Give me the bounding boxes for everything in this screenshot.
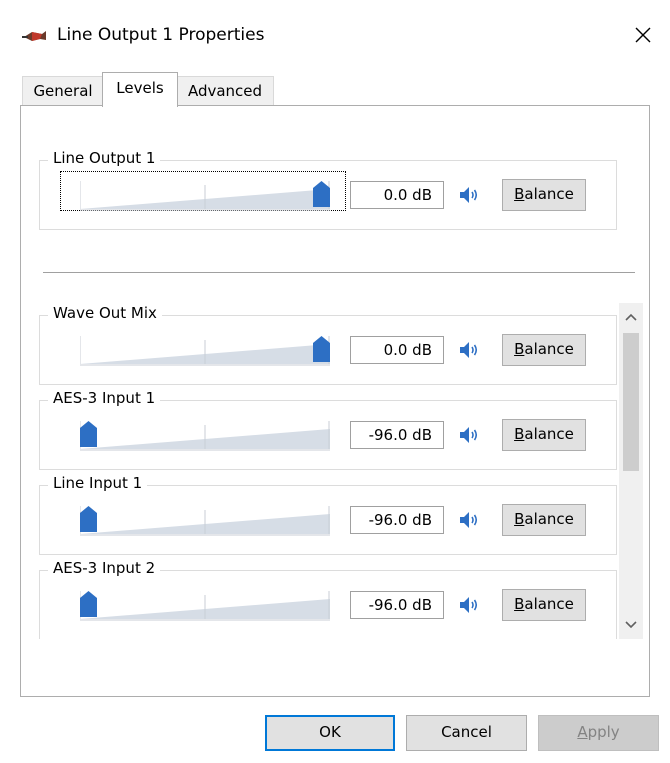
slider-track <box>80 181 330 211</box>
mixer-level-balance-button[interactable]: Balance <box>502 334 586 366</box>
slider-thumb[interactable] <box>80 421 97 447</box>
slider-track <box>80 336 330 366</box>
scroll-thumb[interactable] <box>623 333 639 471</box>
main-level-group: Line Output 1 0.0 dB Balance <box>39 149 617 230</box>
slider-thumb[interactable] <box>313 181 330 207</box>
close-button[interactable] <box>622 14 664 56</box>
tab-general-label: General <box>33 82 93 100</box>
slider-thumb[interactable] <box>80 591 97 617</box>
tab-advanced-label: Advanced <box>187 82 263 100</box>
mixer-level-label: AES-3 Input 2 <box>48 559 161 577</box>
mixer-level-label: AES-3 Input 1 <box>48 389 161 407</box>
tab-levels-label: Levels <box>116 79 164 97</box>
mixer-level-balance-button[interactable]: Balance <box>502 419 586 451</box>
levels-tab-panel: Line Output 1 0.0 dB Balance Wave Out Mi… <box>20 105 650 697</box>
mixer-level-slider[interactable] <box>80 506 330 540</box>
main-level-db-value: 0.0 dB <box>350 181 444 209</box>
speaker-icon <box>460 187 478 203</box>
mixer-level-db-value: -96.0 dB <box>350 591 444 619</box>
chevron-up-icon <box>625 313 637 321</box>
mixer-level-mute-button[interactable] <box>457 338 481 362</box>
mixer-level-group: Wave Out Mix 0.0 dB Balance <box>39 304 617 385</box>
mixer-level-group: AES-3 Input 1 -96.0 dB Balance <box>39 389 617 470</box>
scroll-up-button[interactable] <box>619 305 643 329</box>
main-level-balance-button[interactable]: Balance <box>502 179 586 211</box>
mixer-level-mute-button[interactable] <box>457 593 481 617</box>
slider-track <box>80 591 330 621</box>
mixer-level-slider[interactable] <box>80 336 330 370</box>
chevron-down-icon <box>625 621 637 629</box>
mixer-level-slider[interactable] <box>80 421 330 455</box>
mixer-level-label: Wave Out Mix <box>48 304 162 322</box>
speaker-cable-icon <box>22 31 46 41</box>
title-bar: Line Output 1 Properties <box>0 0 670 70</box>
mixer-level-db-value: 0.0 dB <box>350 336 444 364</box>
main-level-mute-button[interactable] <box>457 183 481 207</box>
slider-track <box>80 506 330 536</box>
tab-general[interactable]: General <box>22 76 104 106</box>
separator-line <box>43 272 635 273</box>
mixer-level-mute-button[interactable] <box>457 508 481 532</box>
slider-thumb[interactable] <box>80 506 97 532</box>
mixer-levels-list: Wave Out Mix 0.0 dB Balance AES-3 Input 1 -… <box>39 303 617 639</box>
vertical-scrollbar[interactable] <box>619 303 643 639</box>
mixer-level-label: Line Input 1 <box>48 474 148 492</box>
apply-button[interactable]: Apply <box>538 715 659 751</box>
mixer-level-db-value: -96.0 dB <box>350 421 444 449</box>
main-level-label: Line Output 1 <box>48 149 161 167</box>
mixer-level-db-value: -96.0 dB <box>350 506 444 534</box>
speaker-icon <box>460 427 478 443</box>
speaker-icon <box>460 597 478 613</box>
close-icon <box>635 27 651 43</box>
mixer-level-slider[interactable] <box>80 591 330 625</box>
tab-levels[interactable]: Levels <box>102 72 178 107</box>
main-level-slider[interactable] <box>60 171 346 215</box>
scroll-down-button[interactable] <box>619 613 643 637</box>
tab-advanced[interactable]: Advanced <box>176 76 274 106</box>
mixer-level-group: Line Input 1 -96.0 dB Balance <box>39 474 617 555</box>
speaker-icon <box>460 342 478 358</box>
mixer-level-group: AES-3 Input 2 -96.0 dB Balance <box>39 559 617 639</box>
mixer-level-balance-button[interactable]: Balance <box>502 589 586 621</box>
mixer-level-balance-button[interactable]: Balance <box>502 504 586 536</box>
window-title: Line Output 1 Properties <box>57 25 265 45</box>
slider-track <box>80 421 330 451</box>
cancel-button[interactable]: Cancel <box>406 715 527 751</box>
mixer-level-mute-button[interactable] <box>457 423 481 447</box>
ok-button[interactable]: OK <box>265 715 395 751</box>
slider-thumb[interactable] <box>313 336 330 362</box>
speaker-icon <box>460 512 478 528</box>
